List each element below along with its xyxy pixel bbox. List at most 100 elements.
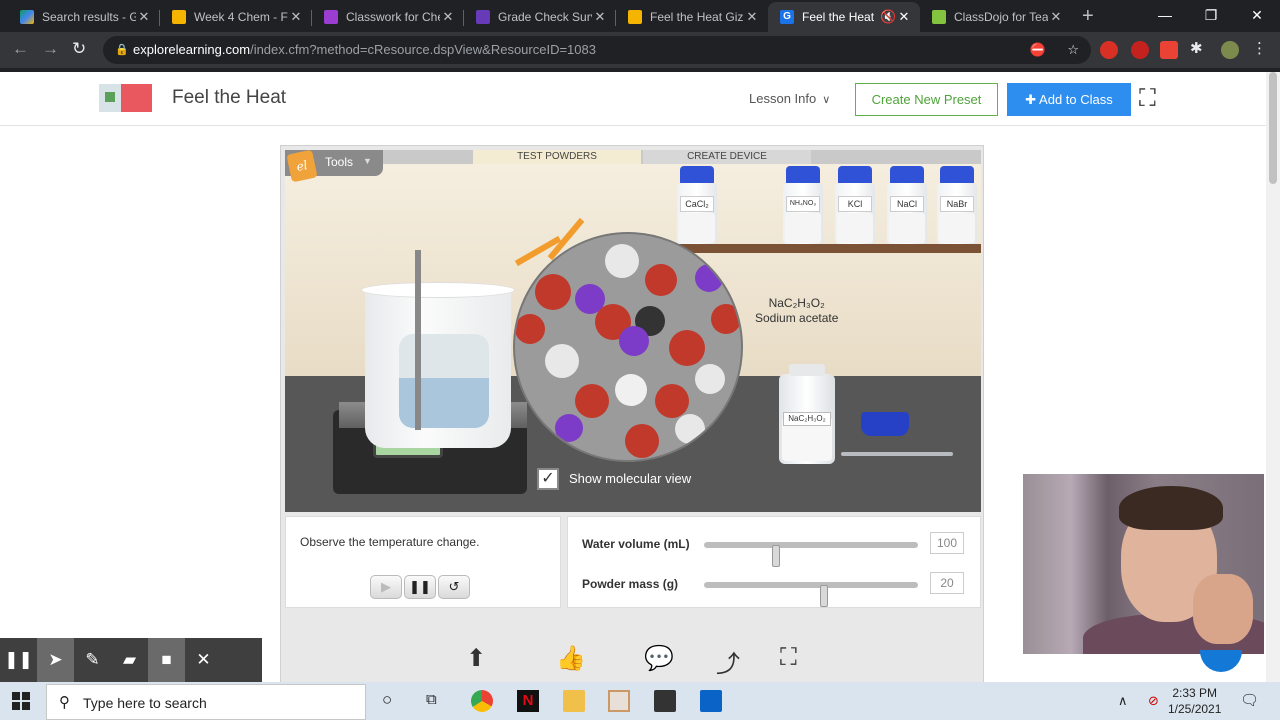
google-classroom-icon xyxy=(324,10,338,24)
water-volume-slider[interactable] xyxy=(704,542,918,567)
chrome-taskbar-icon[interactable] xyxy=(471,690,493,712)
close-window-button[interactable]: ✕ xyxy=(1234,0,1280,32)
close-tab-icon[interactable]: ✕ xyxy=(744,9,760,25)
gizmos-icon: G xyxy=(780,10,794,24)
tab-feel-the-heat-gizmo[interactable]: Feel the Heat Gizm ✕ xyxy=(616,2,768,32)
cursor-icon[interactable]: ➤ xyxy=(37,638,74,682)
taskbar-search-input[interactable]: ⚲ Type here to search xyxy=(46,684,366,720)
cortana-icon[interactable]: ○ xyxy=(382,690,392,710)
powder-shelf xyxy=(669,244,981,253)
task-view-icon[interactable]: ⧉ xyxy=(426,691,437,708)
eraser-icon[interactable]: ▰ xyxy=(111,638,148,682)
extension-screencastify-icon[interactable] xyxy=(1160,41,1178,59)
control-panel-left: Observe the temperature change. ▶ ❚❚ ↺ xyxy=(285,516,561,608)
thumbs-up-icon[interactable]: 👍 xyxy=(556,644,586,673)
outlook-icon[interactable] xyxy=(700,690,722,712)
page-title: Feel the Heat xyxy=(172,87,287,108)
media-app-icon[interactable] xyxy=(608,690,630,712)
netflix-icon[interactable]: N xyxy=(517,690,539,712)
thermometer-probe xyxy=(415,250,421,430)
bookmark-star-icon[interactable]: ☆ xyxy=(1067,42,1079,57)
bottle-nabr[interactable]: NaBr xyxy=(937,166,977,244)
extensions-puzzle-icon[interactable]: ✱ xyxy=(1190,39,1208,57)
pen-icon[interactable]: ✎ xyxy=(74,638,111,682)
comment-icon[interactable]: 💬 xyxy=(644,644,674,673)
create-new-preset-button[interactable]: Create New Preset xyxy=(855,83,998,116)
pause-button[interactable]: ❚❚ xyxy=(404,575,436,599)
mute-icon[interactable]: 🔇 xyxy=(880,9,896,25)
maximize-button[interactable]: ❐ xyxy=(1188,0,1234,32)
address-bar[interactable]: 🔒 explorelearning.com/index.cfm?method=c… xyxy=(103,36,1091,64)
pause-recording-icon[interactable]: ❚❚ xyxy=(0,638,37,682)
store-icon[interactable] xyxy=(654,690,676,712)
camera-icon[interactable]: ■ xyxy=(148,638,185,682)
search-icon: ⚲ xyxy=(59,694,70,711)
annotation-toolbar: ❚❚ ➤ ✎ ▰ ■ ✕ xyxy=(0,638,262,682)
close-tab-icon[interactable]: ✕ xyxy=(136,9,152,25)
chrome-menu-icon[interactable]: ⋮ xyxy=(1252,39,1270,57)
add-to-class-button[interactable]: ✚ Add to Class xyxy=(1007,83,1131,116)
slider-thumb[interactable] xyxy=(820,585,828,607)
checkbox-checked-icon[interactable]: ✓ xyxy=(537,468,559,490)
lesson-info-dropdown[interactable]: Lesson Info ∨ xyxy=(749,91,830,106)
scoop[interactable] xyxy=(841,452,953,456)
network-status-icon[interactable]: ⊘ xyxy=(1148,693,1159,709)
chevron-down-icon: ∨ xyxy=(822,94,831,106)
powder-mass-control: Powder mass (g) 20 xyxy=(582,571,972,607)
bottle-nh4no3[interactable]: NH₄NO₃ xyxy=(783,166,823,244)
slider-thumb[interactable] xyxy=(772,545,780,567)
site-settings-icon[interactable]: ⛔ xyxy=(1030,42,1046,57)
powder-jar[interactable]: NaC₂H₃O₂ xyxy=(779,364,835,464)
notifications-icon[interactable]: 🗨 xyxy=(1240,691,1259,709)
extension-icon[interactable] xyxy=(1131,41,1149,59)
google-slides-icon xyxy=(628,10,642,24)
compound-label: NaC₂H₃O₂ Sodium acetate xyxy=(755,296,839,325)
profile-avatar[interactable] xyxy=(1221,41,1239,59)
tab-grade-check[interactable]: Grade Check Surve ✕ xyxy=(464,2,616,32)
classdojo-icon xyxy=(932,10,946,24)
close-tab-icon[interactable]: ✕ xyxy=(1048,9,1064,25)
assessment-icon[interactable]: ⬆ xyxy=(466,644,486,673)
file-explorer-icon[interactable] xyxy=(563,690,585,712)
gizmo-thumbnail xyxy=(99,84,152,112)
close-tab-icon[interactable]: ✕ xyxy=(592,9,608,25)
fullscreen-expand-icon[interactable]: ⛶ xyxy=(780,644,797,672)
forward-arrow-icon[interactable]: → xyxy=(42,39,59,59)
system-clock[interactable]: 2:33 PM 1/25/2021 xyxy=(1168,685,1221,717)
share-icon[interactable]: ⤴ xyxy=(716,644,740,679)
molecular-view-circle xyxy=(513,232,743,462)
powder-mass-value[interactable]: 20 xyxy=(930,572,964,594)
tab-create-device[interactable]: CREATE DEVICE xyxy=(643,150,811,164)
bottle-kcl[interactable]: KCl xyxy=(835,166,875,244)
tools-menu[interactable]: el Tools ▼ xyxy=(285,150,383,183)
explorelearning-logo-icon: el xyxy=(286,150,318,183)
play-button[interactable]: ▶ xyxy=(370,575,402,599)
show-hidden-icons-icon[interactable]: ∧ xyxy=(1118,693,1128,709)
tab-classdojo[interactable]: ClassDojo for Teac ✕ xyxy=(920,2,1072,32)
water-volume-value[interactable]: 100 xyxy=(930,532,964,554)
new-tab-button[interactable]: + xyxy=(1082,5,1094,28)
close-icon[interactable]: ✕ xyxy=(185,638,222,682)
control-panel-right: Water volume (mL) 100 Powder mass (g) 20 xyxy=(567,516,981,608)
powder-mass-slider[interactable] xyxy=(704,582,918,607)
tab-week4-chem[interactable]: Week 4 Chem - Fe ✕ xyxy=(160,2,312,32)
tab-search-results[interactable]: Search results - Go ✕ xyxy=(8,2,160,32)
bottle-cacl2[interactable]: CaCl₂ xyxy=(677,166,717,244)
tab-feel-the-heat-active[interactable]: G Feel the Heat 🔇 ✕ xyxy=(768,2,920,32)
back-arrow-icon[interactable]: ← xyxy=(12,39,29,59)
windows-start-icon[interactable] xyxy=(12,692,30,710)
page-scrollbar[interactable] xyxy=(1266,72,1280,682)
close-tab-icon[interactable]: ✕ xyxy=(896,9,912,25)
gizmo-header: Feel the Heat Lesson Info ∨ Create New Pr… xyxy=(0,72,1266,126)
tab-classwork[interactable]: Classwork for Chen ✕ xyxy=(312,2,464,32)
tab-test-powders[interactable]: TEST POWDERS xyxy=(473,150,641,164)
reload-icon[interactable]: ↻ xyxy=(72,39,86,59)
water xyxy=(399,378,489,428)
close-tab-icon[interactable]: ✕ xyxy=(288,9,304,25)
close-tab-icon[interactable]: ✕ xyxy=(440,9,456,25)
fullscreen-icon[interactable]: ⛶ xyxy=(1139,85,1156,113)
bottle-nacl[interactable]: NaCl xyxy=(887,166,927,244)
minimize-button[interactable]: — xyxy=(1142,0,1188,32)
extension-abp-icon[interactable] xyxy=(1100,41,1118,59)
reset-button[interactable]: ↺ xyxy=(438,575,470,599)
